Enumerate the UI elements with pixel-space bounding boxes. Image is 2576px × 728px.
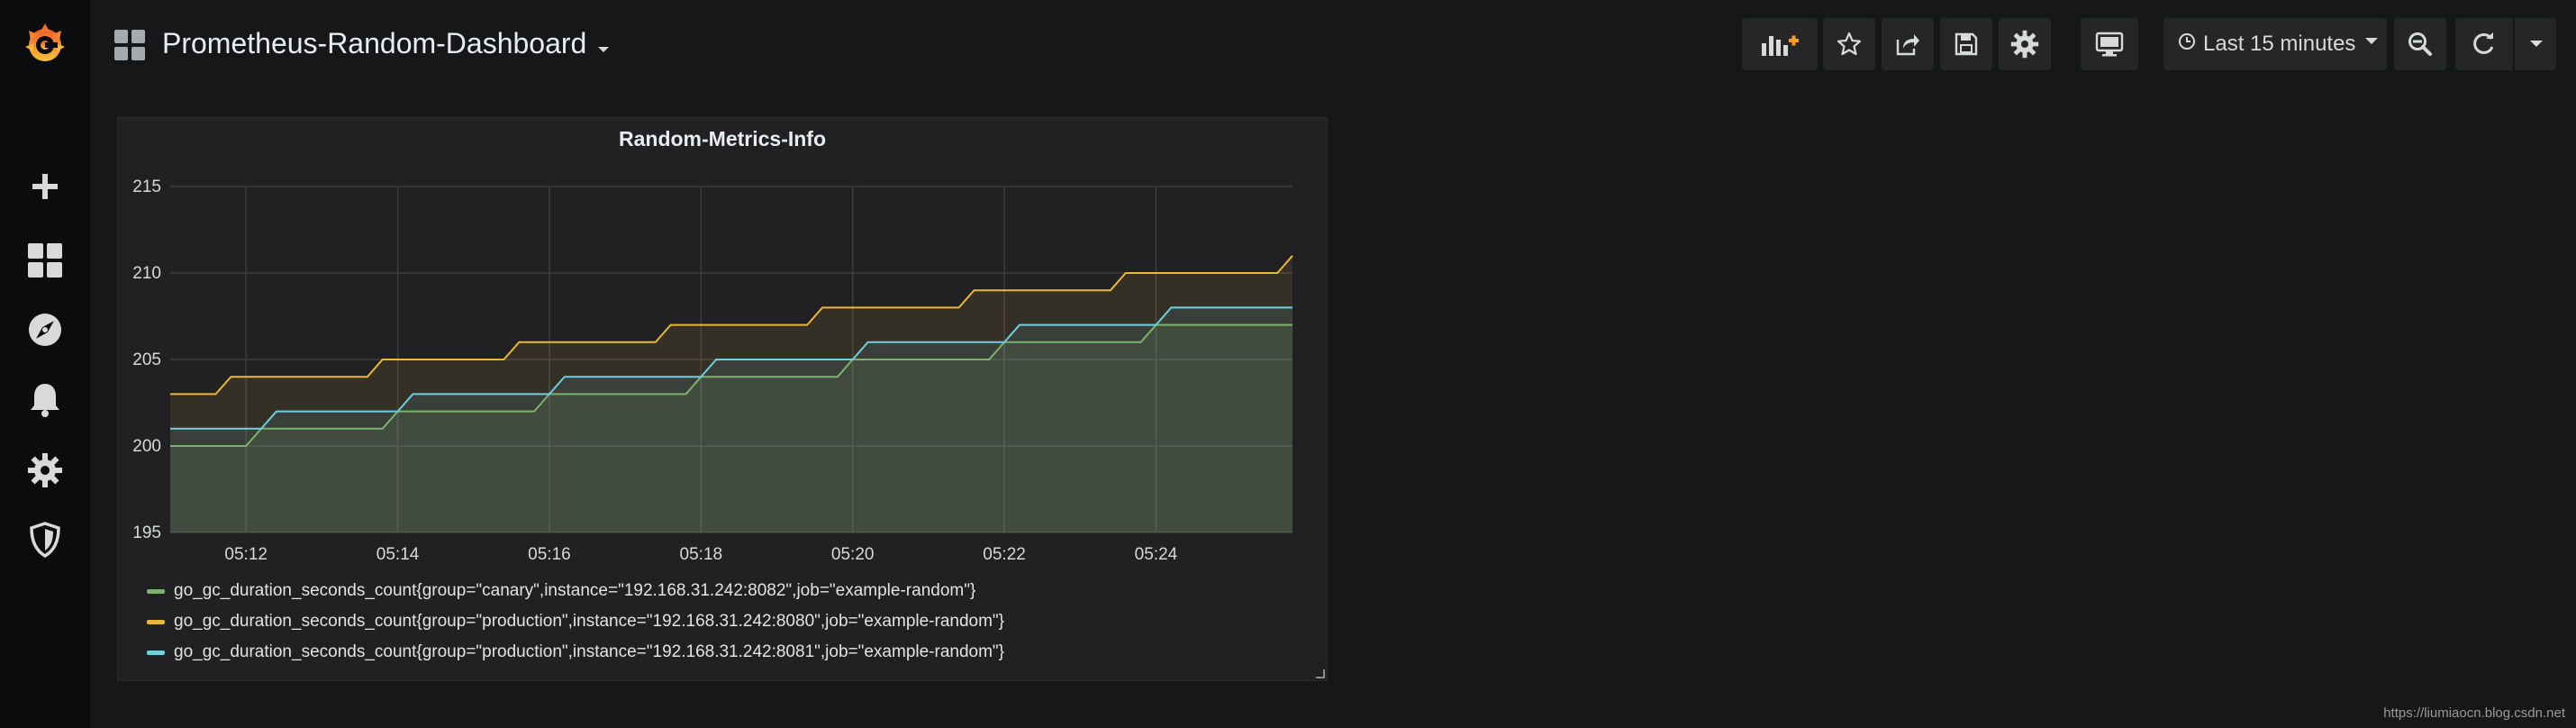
create-plus-icon[interactable] [22,163,68,210]
refresh-interval-chevron-down-icon[interactable] [2529,40,2544,49]
dashboard-title[interactable]: Prometheus-Random-Dashboard [162,27,586,60]
server-admin-shield-icon[interactable] [22,516,68,563]
share-dashboard-button[interactable] [1882,18,1934,70]
x-tick-label: 05:18 [680,545,723,564]
legend-color-swatch [147,588,165,594]
monitor-icon [2095,32,2124,57]
star-icon [1837,32,1862,56]
configuration-gear-icon[interactable] [22,447,68,494]
star-dashboard-button[interactable] [1823,18,1875,70]
dashboard-title-caret-icon[interactable] [598,47,609,52]
legend-color-swatch [147,650,165,655]
graph-legend: go_gc_duration_seconds_count{group="cana… [147,576,1004,668]
clock-icon [2179,33,2195,50]
refresh-divider [2513,18,2515,70]
x-tick-label: 05:24 [1135,545,1178,564]
chevron-down-icon [2365,38,2379,44]
y-tick-label: 205 [132,350,161,369]
add-panel-icon [1762,35,1799,56]
dashboard-settings-button[interactable] [1999,18,2051,70]
x-tick-label: 05:16 [528,545,571,564]
watermark-text: https://liumiaocn.blog.csdn.net [2383,705,2565,721]
time-range-label: Last 15 minutes [2203,32,2356,56]
legend-item[interactable]: go_gc_duration_seconds_count{group="cana… [147,576,1004,606]
zoom-out-button[interactable] [2394,18,2446,70]
x-tick-label: 05:12 [224,545,268,564]
grafana-logo-icon[interactable] [22,20,68,67]
y-tick-label: 215 [132,177,161,196]
y-tick-label: 210 [132,264,161,283]
top-navbar: Prometheus-Random-Dashboard Last 15 minu… [90,0,2576,90]
x-tick-label: 05:14 [376,545,420,564]
refresh-icon [2473,32,2494,54]
graph-panel: Random-Metrics-Info 195 200 205 210 215 05:12… [117,117,1328,681]
zoom-out-icon [2408,32,2432,56]
legend-label: go_gc_duration_seconds_count{group="prod… [174,642,1005,661]
save-dashboard-button[interactable] [1940,18,1992,70]
legend-label: go_gc_duration_seconds_count{group="prod… [174,612,1005,631]
legend-item[interactable]: go_gc_duration_seconds_count{group="prod… [147,606,1004,637]
save-icon [1955,32,1978,56]
time-range-picker-button[interactable]: Last 15 minutes [2163,18,2387,70]
x-tick-label: 05:22 [983,545,1026,564]
sidebar [0,0,90,728]
y-tick-label: 200 [132,437,161,456]
add-panel-button[interactable] [1742,18,1818,70]
alerting-bell-icon[interactable] [22,377,68,423]
legend-item[interactable]: go_gc_duration_seconds_count{group="prod… [147,637,1004,668]
dashboard-grid-icon [113,29,146,66]
panel-resize-handle[interactable] [1316,669,1325,678]
explore-compass-icon[interactable] [22,306,68,353]
y-tick-label: 195 [132,523,161,542]
graph-chart[interactable]: 195 200 205 210 215 05:12 05:14 05:16 05:18 05:20… [118,118,1329,569]
legend-color-swatch [147,619,165,624]
settings-gear-icon [2010,30,2039,59]
cycle-view-mode-button[interactable] [2081,18,2138,70]
x-tick-label: 05:20 [831,545,875,564]
legend-label: go_gc_duration_seconds_count{group="cana… [174,581,976,600]
refresh-button[interactable] [2455,18,2556,70]
share-icon [1896,34,1919,56]
dashboards-icon[interactable] [22,237,68,284]
